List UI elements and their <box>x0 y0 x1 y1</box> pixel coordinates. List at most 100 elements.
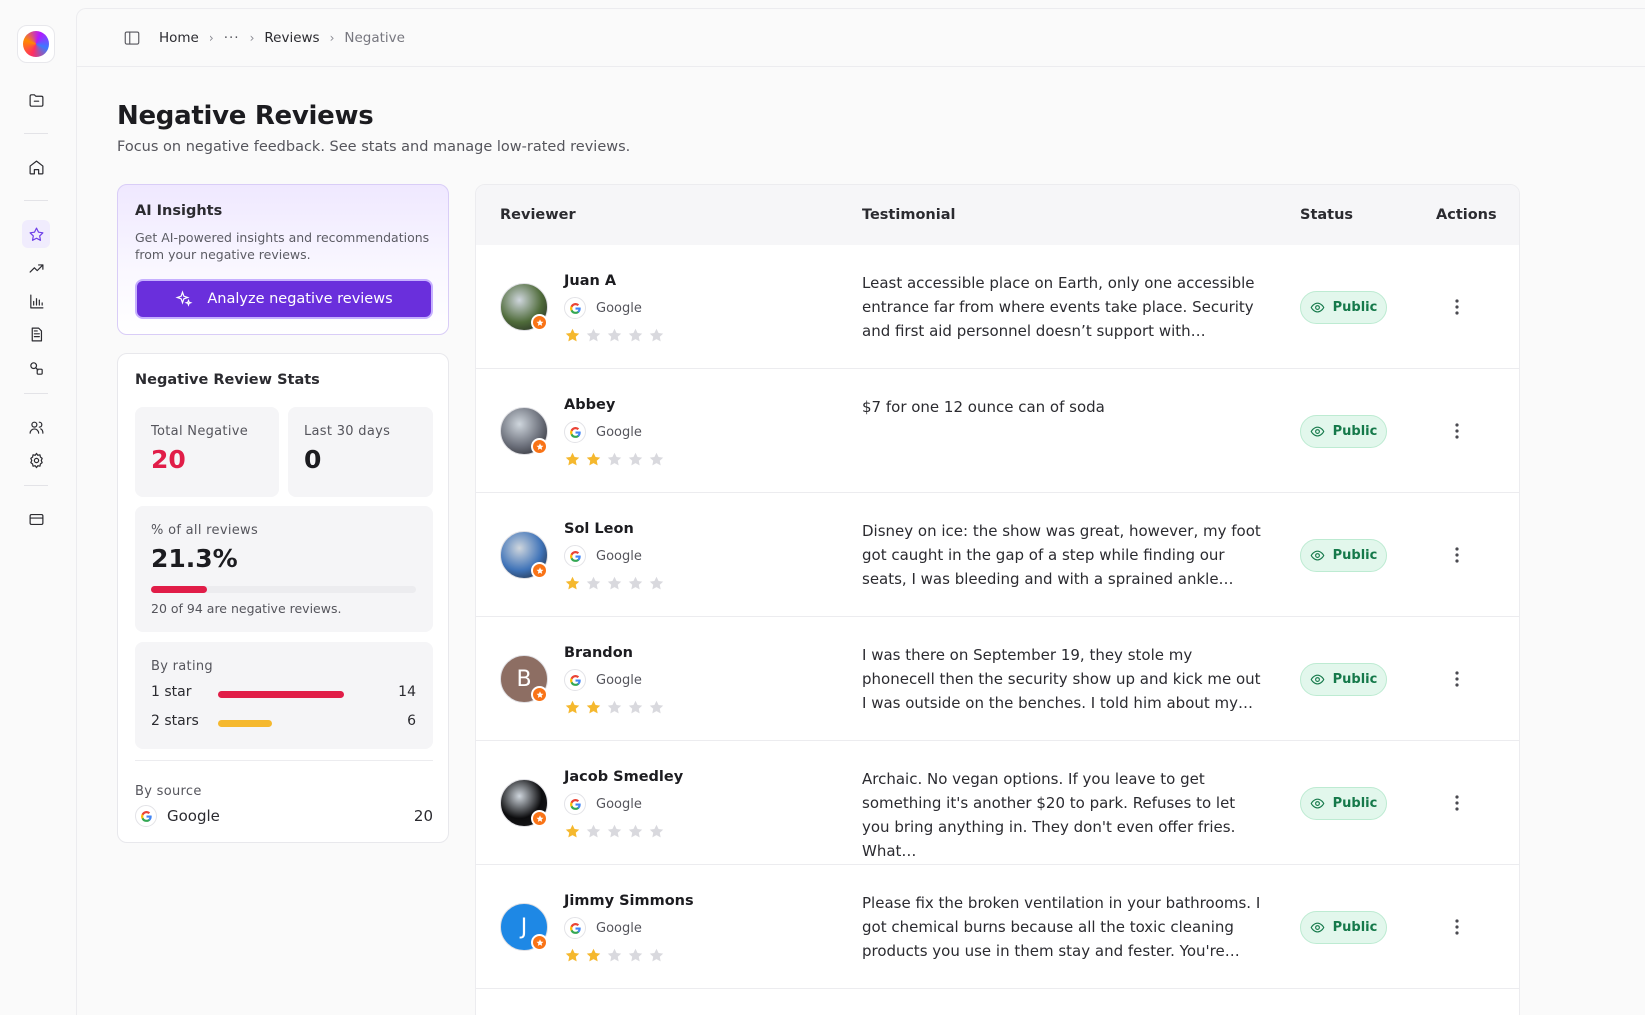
rating-row-1-star: 1 star 14 <box>151 684 416 704</box>
table-row[interactable]: J Jimmy Simmons Google Please fix the br… <box>476 865 1519 989</box>
more-actions-icon[interactable] <box>1446 420 1468 442</box>
reviewer-name: Juan A <box>564 273 617 289</box>
review-source: Google <box>564 793 642 815</box>
status-badge[interactable]: Public <box>1300 663 1387 696</box>
analyze-button-label: Analyze negative reviews <box>207 291 393 307</box>
last-30-days-label: Last 30 days <box>304 424 391 439</box>
status-badge[interactable]: Public <box>1300 911 1387 944</box>
google-icon <box>135 805 157 827</box>
ai-insights-card: AI Insights Get AI-powered insights and … <box>117 184 449 335</box>
star-icon <box>607 328 622 342</box>
more-actions-icon[interactable] <box>1446 296 1468 318</box>
header-reviewer[interactable]: Reviewer <box>500 207 576 223</box>
rating-label: 1 star <box>151 684 192 700</box>
avatar-letter: J <box>520 914 528 940</box>
breadcrumb-current: Negative <box>344 29 405 46</box>
star-icon <box>565 452 580 466</box>
star-icon <box>649 824 664 838</box>
percent-bar-track <box>151 586 416 593</box>
table-row[interactable]: Jacob Smedley Google Archaic. No vegan o… <box>476 741 1519 865</box>
percent-note: 20 of 94 are negative reviews. <box>151 601 342 616</box>
star-icon <box>565 328 580 342</box>
star-rating <box>564 575 665 592</box>
status-badge[interactable]: Public <box>1300 539 1387 572</box>
reviewer-name: Jacob Smedley <box>564 769 684 785</box>
analyze-negative-reviews-button[interactable]: Analyze negative reviews <box>135 279 433 319</box>
star-icon <box>628 948 643 962</box>
star-icon[interactable] <box>22 220 50 248</box>
sparkles-icon <box>175 290 193 307</box>
reviewer-name: Jimmy Simmons <box>564 893 694 909</box>
settings-icon[interactable] <box>22 446 50 474</box>
status-label: Public <box>1332 300 1378 315</box>
star-icon <box>649 576 664 590</box>
header-testimonial[interactable]: Testimonial <box>862 207 955 223</box>
google-icon <box>564 297 586 319</box>
rating-bar-track <box>218 691 398 698</box>
review-source: Google <box>564 545 642 567</box>
badge-icon <box>531 562 548 579</box>
badge-icon <box>531 810 548 827</box>
integrations-icon[interactable] <box>22 354 50 382</box>
bar-chart-icon[interactable] <box>22 287 50 315</box>
testimonial-text: Least accessible place on Earth, only on… <box>862 274 1255 340</box>
breadcrumb-home[interactable]: Home <box>159 30 199 46</box>
status-badge[interactable]: Public <box>1300 787 1387 820</box>
google-icon <box>564 917 586 939</box>
more-actions-icon[interactable] <box>1446 544 1468 566</box>
document-icon[interactable] <box>22 320 50 348</box>
breadcrumb: Home › ··· › Reviews › Negative <box>123 29 405 47</box>
credit-card-icon[interactable] <box>22 505 50 533</box>
star-icon <box>607 576 622 590</box>
eye-icon <box>1310 798 1325 809</box>
reviews-table: Reviewer Testimonial Status Actions Juan… <box>475 184 1520 1015</box>
review-source-label: Google <box>596 424 642 440</box>
status-badge[interactable]: Public <box>1300 415 1387 448</box>
star-icon <box>586 700 601 714</box>
star-icon <box>565 576 580 590</box>
total-negative-tile: Total Negative 20 <box>135 407 279 497</box>
star-icon <box>649 700 664 714</box>
rating-bar-fill <box>218 720 272 727</box>
rating-count: 6 <box>407 713 416 729</box>
trending-icon[interactable] <box>22 254 50 282</box>
folder-icon[interactable] <box>22 86 50 114</box>
source-label: Google <box>167 807 220 825</box>
table-row[interactable]: Sol Leon Google Disney on ice: the show … <box>476 493 1519 617</box>
more-actions-icon[interactable] <box>1446 668 1468 690</box>
table-row[interactable]: Juan A Google Least accessible place on … <box>476 245 1519 369</box>
last-30-days-value: 0 <box>304 445 322 474</box>
status-label: Public <box>1332 920 1378 935</box>
breadcrumb-reviews[interactable]: Reviews <box>264 30 319 46</box>
star-icon <box>628 700 643 714</box>
testimonial-text: Please fix the broken ventilation in you… <box>862 894 1261 960</box>
status-label: Public <box>1332 548 1378 563</box>
eye-icon <box>1310 550 1325 561</box>
table-row[interactable]: Abbey Google $7 for one 12 ounce can of … <box>476 369 1519 493</box>
star-icon <box>607 700 622 714</box>
review-source: Google <box>564 917 642 939</box>
home-icon[interactable] <box>22 153 50 181</box>
badge-icon <box>531 686 548 703</box>
more-actions-icon[interactable] <box>1446 792 1468 814</box>
more-actions-icon[interactable] <box>1446 916 1468 938</box>
header-status[interactable]: Status <box>1300 207 1353 223</box>
sidebar-toggle-icon[interactable] <box>123 29 141 47</box>
users-icon[interactable] <box>22 413 50 441</box>
status-badge[interactable]: Public <box>1300 291 1387 324</box>
star-icon <box>586 328 601 342</box>
source-count: 20 <box>413 807 433 825</box>
reviewer-name: Sol Leon <box>564 521 634 537</box>
divider <box>135 760 433 761</box>
star-icon <box>565 948 580 962</box>
review-source: Google <box>564 297 642 319</box>
breadcrumb-ellipsis[interactable]: ··· <box>224 30 240 46</box>
star-icon <box>586 948 601 962</box>
logo-icon[interactable] <box>17 25 55 63</box>
eye-icon <box>1310 426 1325 437</box>
by-source-label: By source <box>135 784 202 799</box>
table-row[interactable]: B Brandon Google I was there on Septembe… <box>476 617 1519 741</box>
review-source: Google <box>564 669 642 691</box>
google-icon <box>564 545 586 567</box>
chevron-right-icon: › <box>208 30 214 45</box>
